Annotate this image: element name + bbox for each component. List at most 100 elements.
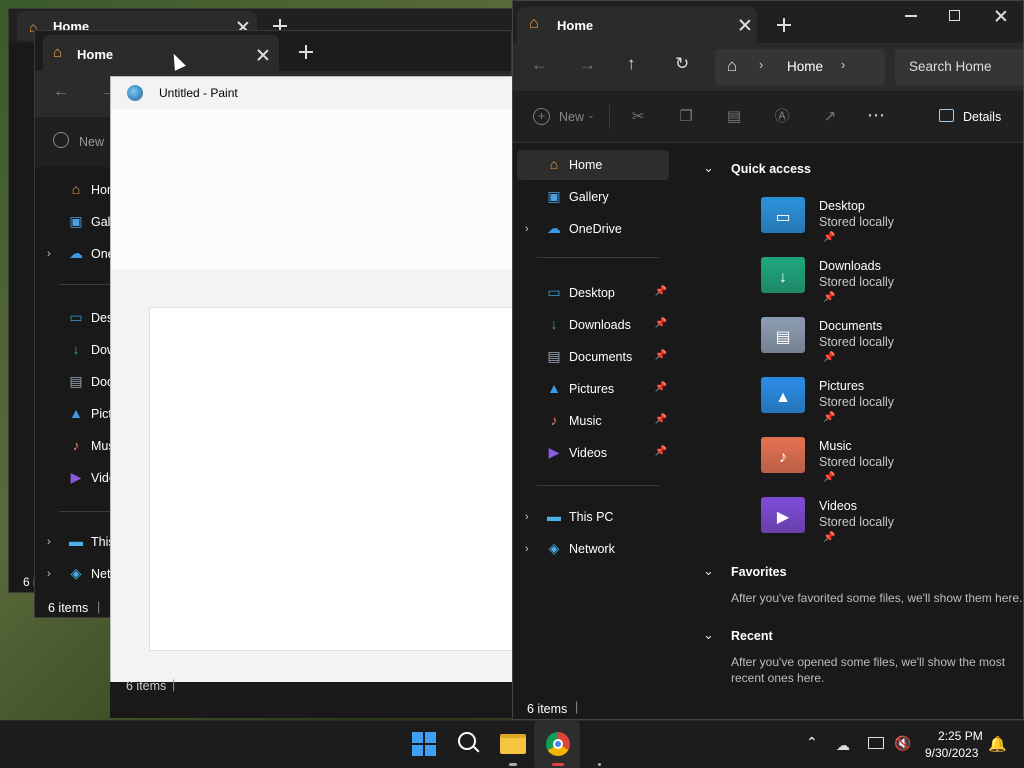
new-plus-icon[interactable]: + <box>533 108 550 125</box>
new-plus-icon[interactable] <box>53 132 69 148</box>
quick-access-item-music[interactable]: ♪ Music Stored locally 📌 <box>673 437 1013 497</box>
quick-access-title[interactable]: Quick access <box>731 162 811 176</box>
taskbar: ⌃ ☁ 🔇 2:25 PM 9/30/2023 🔔 <box>0 720 1024 768</box>
tab-home[interactable]: ⌂ Home <box>517 7 757 43</box>
sidebar-item-label: Gallery <box>569 190 609 204</box>
expand-chevron-icon[interactable]: › <box>525 223 529 235</box>
sidebar-item-desktop[interactable]: ▭ Desktop 📌 <box>517 278 669 308</box>
clock-date[interactable]: 9/30/2023 <box>925 746 978 760</box>
paste-icon[interactable]: ▤ <box>725 108 743 126</box>
minimize-button[interactable] <box>905 15 917 17</box>
new-button[interactable]: New <box>559 110 584 124</box>
quick-access-item-pictures[interactable]: ▲ Pictures Stored locally 📌 <box>673 377 1013 437</box>
paint-canvas[interactable] <box>149 307 513 651</box>
copy-icon[interactable]: ❐ <box>677 108 695 126</box>
paint-toolbar <box>111 109 513 269</box>
tab-label: Home <box>77 47 114 62</box>
network-icon[interactable] <box>868 737 884 749</box>
downloads-folder-icon: ↓ <box>761 257 805 293</box>
pin-icon: 📌 <box>654 414 667 425</box>
recent-empty-text-line-1: After you've opened some files, we'll sh… <box>731 655 1006 669</box>
tab-home-back-2[interactable]: ⌂ Home <box>43 35 279 71</box>
sidebar-item-this-pc[interactable]: › ▬ This PC <box>517 502 669 532</box>
sidebar-item-home[interactable]: ⌂ Home <box>517 150 669 180</box>
status-text: 6 items <box>527 702 568 716</box>
navigation-pane: ⌂ Home ▣ Gallery › ☁ OneDrive ▭ Desktop 📌 ↓ Downloa… <box>513 143 673 697</box>
quick-access-chevron-icon[interactable]: ⌄ <box>703 160 714 176</box>
forward-arrow-icon[interactable]: → <box>579 55 596 75</box>
tab-label: Home <box>557 18 594 33</box>
file-explorer-taskbar-icon[interactable] <box>500 734 526 754</box>
search-box[interactable]: Search Home <box>895 49 1023 85</box>
sidebar-item-gallery[interactable]: ▣ Gallery <box>517 182 669 212</box>
quick-access-item-desktop[interactable]: ▭ Desktop Stored locally 📌 <box>673 197 1013 257</box>
sidebar-item-pictures[interactable]: ▲ Pictures 📌 <box>517 374 669 404</box>
paint-window: Untitled - Paint <box>110 76 513 683</box>
recent-title[interactable]: Recent <box>731 629 773 643</box>
onedrive-icon: ☁ <box>547 220 561 236</box>
back-arrow-icon[interactable]: ← <box>531 55 548 75</box>
recent-chevron-icon[interactable]: ⌄ <box>703 627 714 643</box>
back-status-strip: 6 items | <box>110 678 512 718</box>
volume-muted-icon[interactable]: 🔇 <box>894 735 911 752</box>
address-bar[interactable]: ⌂ › Home › <box>715 49 885 85</box>
pin-icon: 📌 <box>654 446 667 457</box>
notification-bell-icon[interactable]: 🔔 <box>988 735 1007 753</box>
expand-chevron-icon[interactable]: › <box>47 568 51 580</box>
sidebar-item-music[interactable]: ♪ Music 📌 <box>517 406 669 436</box>
expand-chevron-icon[interactable]: › <box>525 543 529 555</box>
pin-icon: 📌 <box>823 472 836 483</box>
clock-time[interactable]: 2:25 PM <box>938 729 983 743</box>
folder-location: Stored locally <box>819 275 895 289</box>
sidebar-item-network[interactable]: › ◈ Network <box>517 534 669 564</box>
music-icon: ♪ <box>72 437 80 453</box>
downloads-icon: ↓ <box>550 316 558 332</box>
paint-title-bar: Untitled - Paint <box>111 77 513 109</box>
close-window-button[interactable] <box>995 10 1007 22</box>
breadcrumb-chevron-icon[interactable]: › <box>841 58 845 72</box>
folder-location: Stored locally <box>819 455 895 469</box>
sidebar-item-onedrive[interactable]: › ☁ OneDrive <box>517 214 669 244</box>
cut-icon[interactable]: ✂ <box>629 108 647 126</box>
details-button[interactable]: Details <box>963 110 1001 124</box>
expand-chevron-icon[interactable]: › <box>47 248 51 260</box>
close-tab-icon[interactable] <box>739 19 751 31</box>
close-tab-icon[interactable] <box>257 49 269 61</box>
share-icon[interactable]: ↗ <box>821 108 839 126</box>
up-arrow-icon[interactable]: ↑ <box>627 54 636 74</box>
gallery-icon: ▣ <box>547 188 561 204</box>
refresh-icon[interactable]: ↻ <box>675 54 689 74</box>
quick-access-item-documents[interactable]: ▤ Documents Stored locally 📌 <box>673 317 1013 377</box>
onedrive-offline-icon[interactable]: ☁ <box>836 737 850 754</box>
paint-app-icon <box>127 85 143 101</box>
details-pane-icon[interactable] <box>939 109 954 122</box>
quick-access-item-videos[interactable]: ▶ Videos Stored locally 📌 <box>673 497 1013 557</box>
search-input[interactable]: Search Home <box>909 59 992 74</box>
sidebar-item-downloads[interactable]: ↓ Downloads 📌 <box>517 310 669 340</box>
maximize-button[interactable] <box>949 10 960 21</box>
expand-chevron-icon[interactable]: › <box>525 511 529 523</box>
new-button[interactable]: New <box>79 135 104 149</box>
favorites-title[interactable]: Favorites <box>731 565 787 579</box>
show-hidden-icons-chevron-icon[interactable]: ⌃ <box>806 734 818 751</box>
sidebar-item-documents[interactable]: ▤ Documents 📌 <box>517 342 669 372</box>
sidebar-item-label: Downloads <box>569 318 631 332</box>
sidebar-item-label: Pict <box>91 407 112 421</box>
sidebar-item-videos[interactable]: ▶ Videos 📌 <box>517 438 669 468</box>
expand-chevron-icon[interactable]: › <box>47 536 51 548</box>
rename-icon[interactable]: Ⓐ <box>773 108 791 126</box>
home-icon: ⌂ <box>529 15 539 32</box>
sidebar-item-label: Videos <box>569 446 607 460</box>
start-button[interactable] <box>412 732 436 756</box>
paint-canvas-area <box>111 269 513 651</box>
back-arrow-icon[interactable]: ← <box>53 83 69 101</box>
new-tab-icon[interactable] <box>299 45 313 59</box>
pictures-icon: ▲ <box>547 380 561 396</box>
breadcrumb-home[interactable]: Home <box>787 59 823 74</box>
chevron-down-icon[interactable]: ⌄ <box>587 110 595 121</box>
desktop-folder-icon: ▭ <box>761 197 805 233</box>
more-options-icon[interactable]: ⋯ <box>867 106 885 124</box>
new-tab-icon[interactable] <box>777 18 791 32</box>
quick-access-item-downloads[interactable]: ↓ Downloads Stored locally 📌 <box>673 257 1013 317</box>
favorites-chevron-icon[interactable]: ⌄ <box>703 563 714 579</box>
